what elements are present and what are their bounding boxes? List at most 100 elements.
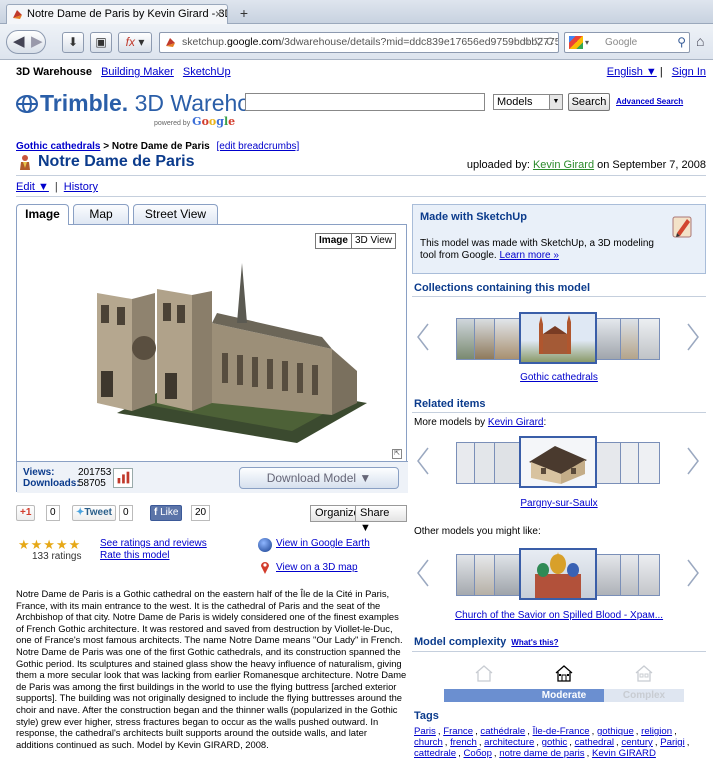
stats-chart-icon[interactable] — [113, 468, 133, 488]
view-in-google-earth-link[interactable]: View in Google Earth — [276, 538, 370, 549]
tab-street-view[interactable]: Street View — [133, 204, 218, 224]
warehouse-search-input[interactable] — [245, 93, 485, 111]
related-thumbnail[interactable] — [638, 442, 660, 484]
tweet-button[interactable]: ✦Tweet — [72, 505, 116, 521]
language-select[interactable]: English ▼ — [607, 66, 657, 78]
sign-in-link[interactable]: Sign In — [672, 66, 706, 78]
other-thumbnail-selected[interactable] — [519, 548, 597, 600]
tag-link[interactable]: France — [443, 726, 473, 737]
trimble-3d-warehouse-logo[interactable]: Trimble. 3D Warehouse powered by Google — [16, 90, 287, 128]
author-link[interactable]: Kevin Girard — [533, 159, 594, 171]
facebook-like-button[interactable]: f Like — [150, 505, 183, 521]
share-button[interactable]: Share ▼ — [355, 505, 407, 534]
separator: | — [54, 181, 58, 193]
tag-link[interactable]: french — [450, 737, 477, 748]
tag-link[interactable]: cattedrale — [414, 748, 456, 759]
carousel-prev-arrow-icon[interactable] — [416, 446, 430, 476]
url-bar-controls[interactable]: ☆ ▽ C — [522, 33, 554, 52]
building-maker-link[interactable]: Building Maker — [101, 66, 174, 78]
back-forward-buttons[interactable]: ◀ ▶ — [6, 30, 46, 54]
collection-thumbnail[interactable] — [494, 318, 522, 360]
collection-thumbnail-selected[interactable] — [519, 312, 597, 364]
tag-link[interactable]: Paris — [414, 726, 436, 737]
tags-title: Tags — [414, 710, 439, 722]
carousel-next-arrow-icon[interactable] — [686, 558, 700, 588]
home-icon[interactable]: ⌂ — [696, 33, 704, 49]
tag-link[interactable]: Île-de-France — [533, 726, 590, 737]
see-reviews-link[interactable]: See ratings and reviews — [100, 538, 207, 549]
tag-link[interactable]: cathedral — [575, 737, 614, 748]
window-icon[interactable]: ▣ — [90, 32, 112, 53]
google-letter: G — [192, 115, 202, 128]
search-button[interactable]: Search — [568, 93, 610, 111]
other-caption-link[interactable]: Church of the Savior on Spilled Blood - … — [455, 610, 663, 621]
back-arrow-icon[interactable]: ◀ — [13, 32, 25, 50]
forward-arrow-icon[interactable]: ▶ — [31, 32, 43, 50]
simple-house-icon — [475, 665, 493, 682]
tag-link[interactable]: Собор — [463, 748, 491, 759]
3d-view-button[interactable]: 3D View — [352, 234, 395, 248]
edit-breadcrumbs-link[interactable]: [edit breadcrumbs] — [216, 141, 299, 152]
breadcrumb-parent-link[interactable]: Gothic cathedrals — [16, 141, 100, 152]
tag-link[interactable]: religion — [641, 726, 672, 737]
download-model-button[interactable]: Download Model ▼ — [239, 467, 399, 489]
related-thumbnail-selected[interactable] — [519, 436, 597, 488]
collection-caption-link[interactable]: Gothic cathedrals — [520, 372, 598, 383]
whats-this-link[interactable]: What's this? — [511, 638, 558, 647]
tab-image[interactable]: Image — [16, 204, 69, 225]
browser-tab[interactable]: Notre Dame de Paris by Kevin Girard - 3D… — [6, 4, 228, 25]
google-search-engine-icon[interactable] — [569, 36, 583, 49]
moderate-house-icon — [555, 665, 573, 682]
other-thumbnail[interactable] — [638, 554, 660, 596]
history-link[interactable]: History — [64, 181, 98, 193]
new-tab-button[interactable]: + — [234, 5, 254, 22]
tag-link[interactable]: gothique — [597, 726, 634, 737]
edit-menu[interactable]: Edit ▼ — [16, 181, 49, 193]
advanced-search-link[interactable]: Advanced Search — [616, 97, 683, 106]
download-icon[interactable]: ⬇ — [62, 32, 84, 53]
view-on-3d-map-link[interactable]: View on a 3D map — [276, 562, 358, 573]
tag-link[interactable]: century — [621, 737, 652, 748]
formula-icon[interactable]: fx ▾ — [118, 32, 152, 53]
address-bar[interactable]: sketchup.google.com/3dwarehouse/details?… — [159, 32, 559, 53]
carousel-thumbnails — [456, 548, 661, 600]
other-thumbnail[interactable] — [494, 554, 522, 596]
collections-carousel — [412, 308, 706, 368]
tab-map[interactable]: Map — [73, 204, 129, 224]
sketchup-link[interactable]: SketchUp — [183, 66, 231, 78]
rate-model-link[interactable]: Rate this model — [100, 550, 169, 561]
tag-link[interactable]: cathédrale — [480, 726, 525, 737]
related-thumbnail[interactable] — [494, 442, 522, 484]
search-icon[interactable]: ⚲ — [677, 33, 686, 52]
image-mode-button[interactable]: Image — [316, 234, 352, 248]
collection-thumbnail[interactable] — [638, 318, 660, 360]
tweet-count: 0 — [119, 505, 133, 521]
more-by-author-link[interactable]: Kevin Girard — [488, 417, 544, 428]
carousel-prev-arrow-icon[interactable] — [416, 322, 430, 352]
tag-link[interactable]: notre dame de paris — [499, 748, 584, 759]
complexity-complex: Complex — [622, 690, 666, 701]
close-tab-icon[interactable]: × — [215, 5, 222, 24]
views-count: 201753 — [78, 467, 112, 478]
expand-icon[interactable]: ⇱ — [392, 449, 402, 459]
learn-more-link[interactable]: Learn more » — [499, 250, 558, 261]
downloads-count: 58705 — [78, 478, 106, 489]
google-plus-one-button[interactable]: +1 — [16, 505, 36, 521]
carousel-next-arrow-icon[interactable] — [686, 446, 700, 476]
tag-link[interactable]: architecture — [484, 737, 534, 748]
carousel-next-arrow-icon[interactable] — [686, 322, 700, 352]
browser-search-input[interactable]: ▾ Google ⚲ — [564, 32, 690, 53]
search-type-value: Models — [497, 96, 533, 108]
tag-link[interactable]: Parigi — [660, 737, 685, 748]
complex-house-icon — [635, 665, 653, 682]
uploaded-label: uploaded by: — [466, 159, 533, 171]
carousel-prev-arrow-icon[interactable] — [416, 558, 430, 588]
carousel-thumbnails — [456, 436, 661, 488]
tag-link[interactable]: church — [414, 737, 443, 748]
tag-link[interactable]: gothic — [542, 737, 568, 748]
search-type-select[interactable]: Models ▼ — [493, 94, 563, 110]
related-caption-link[interactable]: Pargny-sur-Saulx — [520, 498, 597, 509]
view-mode-toggle[interactable]: Image 3D View — [315, 233, 396, 249]
breadcrumb-sep: > — [100, 141, 112, 152]
tag-link[interactable]: Kevin GIRARD — [592, 748, 656, 759]
